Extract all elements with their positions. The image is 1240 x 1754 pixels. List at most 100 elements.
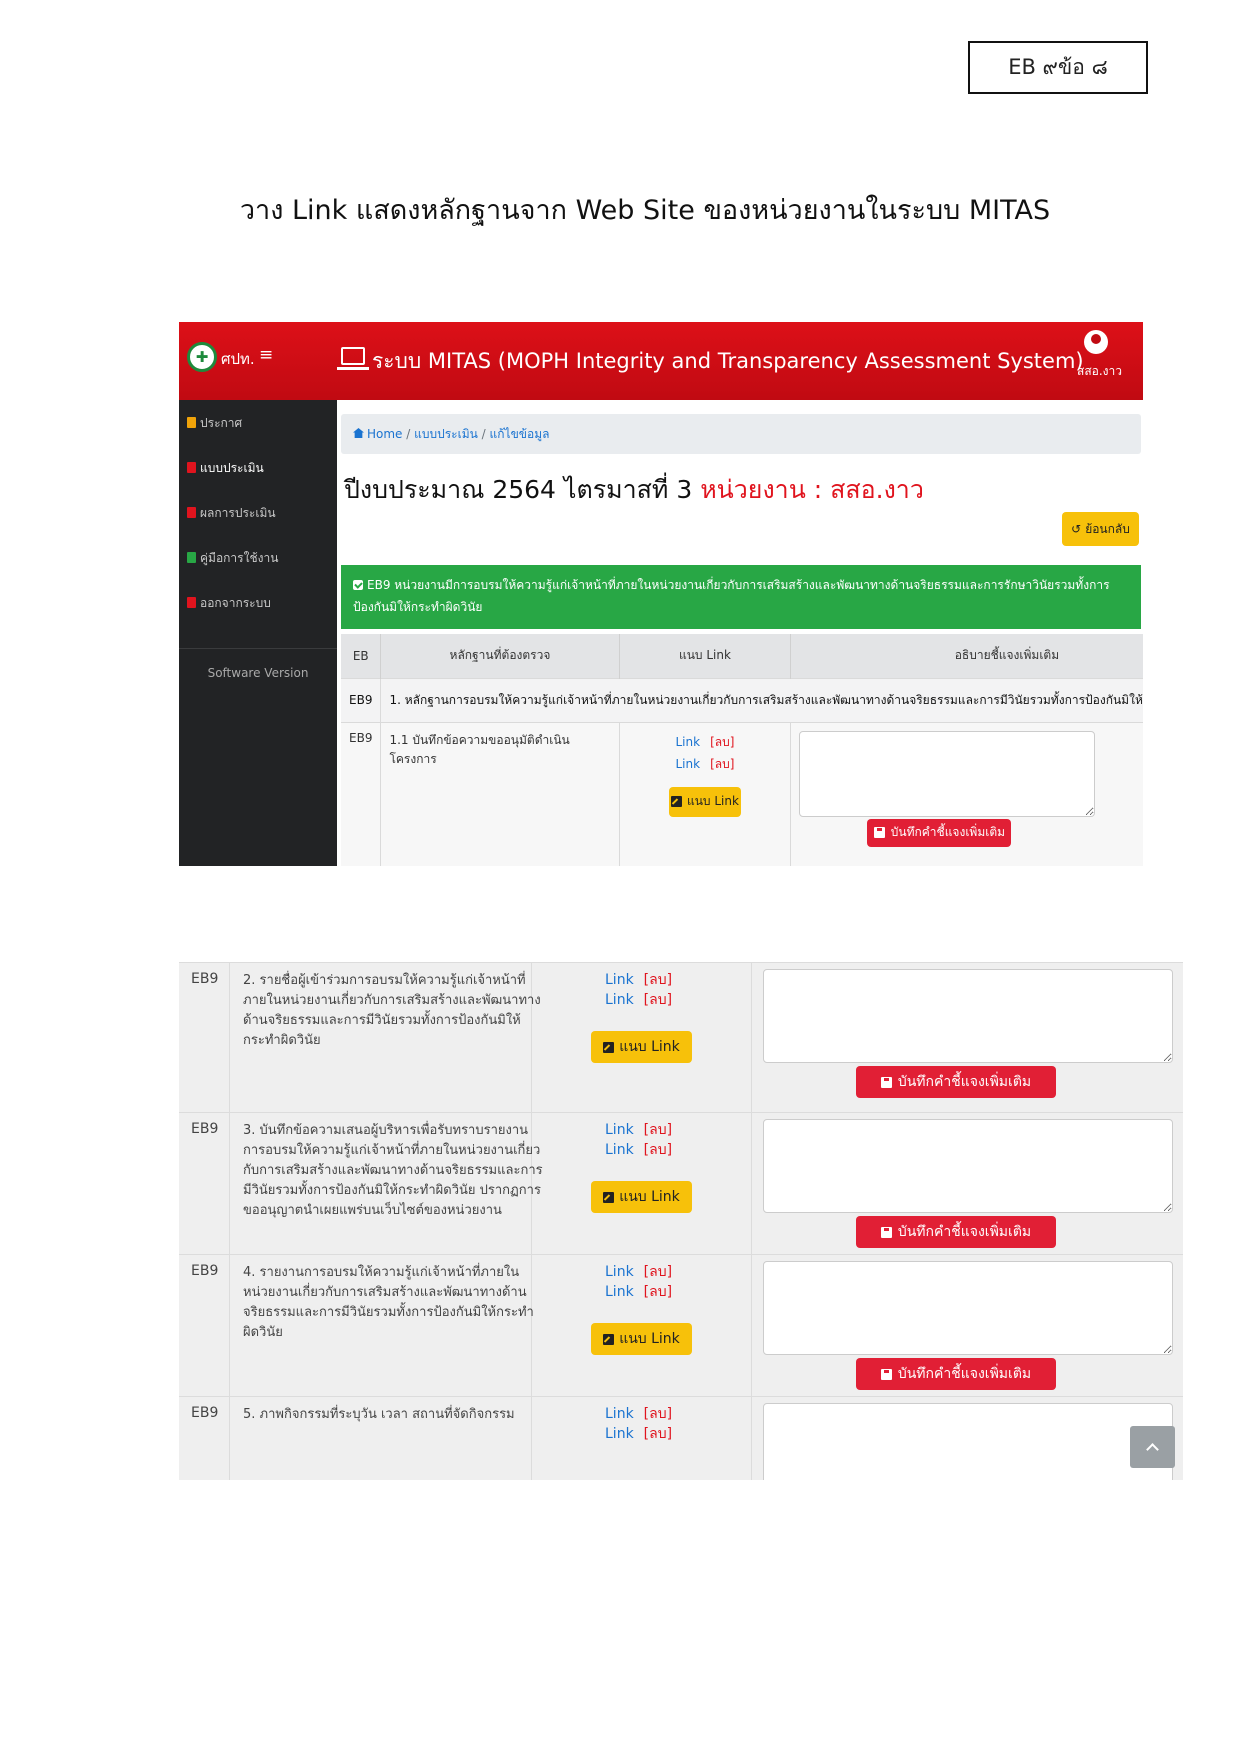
delete-link[interactable]: [ลบ] [710,735,734,749]
explanation-textarea[interactable] [763,1403,1173,1480]
attach-link-label: แนบ Link [619,1331,680,1347]
book-icon [187,552,196,563]
row-evidence: 1.1 บันทึกข้อความขออนุมัติดำเนินโครงการ [380,721,620,866]
column-divider [229,963,230,1112]
link-text[interactable]: Link [676,735,701,749]
username[interactable]: สสอ.งาว [1077,362,1122,381]
link-text[interactable]: Link [605,1426,634,1442]
save-explanation-label: บันทึกคำชี้แจงเพิ่มเติม [890,825,1006,839]
row-evidence: 4. รายงานการอบรมให้ความรู้แก่เจ้าหน้าที่… [243,1265,534,1340]
table-row: EB9 2. รายชื่อผู้เข้าร่วมการอบรมให้ความร… [179,962,1183,1112]
row-eb: EB9 [191,1121,219,1137]
scroll-to-top-button[interactable] [1130,1426,1175,1468]
link-text[interactable]: Link [605,1284,634,1300]
sidebar-item-label: แบบประเมิน [200,461,264,475]
edit-icon [603,1041,615,1053]
delete-link[interactable]: [ลบ] [644,1284,672,1300]
sidebar-item-results[interactable]: ผลการประเมิน [187,504,276,523]
link-item[interactable]: Link [ลบ] [605,1404,725,1424]
delete-link[interactable]: [ลบ] [644,1264,672,1280]
delete-link[interactable]: [ลบ] [644,972,672,988]
link-item[interactable]: Link [ลบ] [605,970,725,990]
row-evidence: 3. บันทึกข้อความเสนอผู้บริหารเพื่อรับทรา… [243,1123,543,1218]
attach-link-label: แนบ Link [619,1039,680,1055]
link-text[interactable]: Link [605,1142,634,1158]
link-text[interactable]: Link [676,757,701,771]
row-evidence: 5. ภาพกิจกรรมที่ระบุวัน เวลา สถานที่จัดก… [243,1407,515,1422]
evidence-table: EB หลักฐานที่ต้องตรวจ แนบ Link อธิบายชี้… [341,634,1143,866]
user-icon[interactable] [1084,330,1108,354]
link-item[interactable]: Link [ลบ] [605,1262,725,1282]
sidebar-item-announcement[interactable]: ประกาศ [187,414,242,433]
link-item[interactable]: Link [ลบ] [605,1120,725,1140]
delete-link[interactable]: [ลบ] [644,1406,672,1422]
eb9-alert: EB9 หน่วยงานมีการอบรมให้ความรู้แก่เจ้าหน… [341,565,1141,629]
attach-link-button[interactable]: แนบ Link [591,1181,692,1213]
attach-link-button[interactable]: แนบ Link [591,1031,692,1063]
edit-icon [603,1191,615,1203]
explanation-textarea[interactable] [763,1261,1173,1355]
save-icon [880,1076,892,1088]
delete-link[interactable]: [ลบ] [644,1122,672,1138]
explanation-textarea[interactable] [763,969,1173,1063]
link-text[interactable]: Link [605,1406,634,1422]
link-text[interactable]: Link [605,1122,634,1138]
laptop-icon [337,347,369,370]
save-explanation-button[interactable]: บันทึกคำชี้แจงเพิ่มเติม [856,1216,1056,1248]
breadcrumb-home[interactable]: Home [353,427,402,441]
explanation-textarea[interactable] [799,730,1096,817]
link-text[interactable]: Link [605,992,634,1008]
link-text[interactable]: Link [605,1264,634,1280]
link-item[interactable]: Link [ลบ] [605,990,725,1010]
sidebar-item-assessment[interactable]: แบบประเมิน [187,459,264,478]
row-eb: EB9 [191,971,219,987]
link-item[interactable]: Link [ลบ] [605,1282,725,1302]
explanation-textarea[interactable] [763,1119,1173,1213]
edit-icon [670,796,682,807]
save-explanation-label: บันทึกคำชี้แจงเพิ่มเติม [897,1224,1032,1240]
row-eb: EB9 [191,1263,219,1279]
home-icon [353,428,364,438]
link-item[interactable]: Link [ลบ] [605,1140,725,1160]
link-item[interactable]: Link [ลบ] [628,731,783,753]
col-header-eb: EB [341,634,382,678]
breadcrumb-edit[interactable]: แก้ไขข้อมูล [490,427,550,441]
link-item[interactable]: Link [ลบ] [628,753,783,775]
column-divider [229,1397,230,1480]
breadcrumb: Home / แบบประเมิน / แก้ไขข้อมูล [341,414,1141,454]
delete-link[interactable]: [ลบ] [644,1426,672,1442]
edit-icon [603,1333,615,1345]
save-icon [880,1368,892,1380]
heading-period: ปีงบประมาณ 2564 ไตรมาสที่ 3 [344,475,693,504]
back-button[interactable]: ↺ ย้อนกลับ [1062,512,1139,546]
checkbox-icon [353,580,363,590]
sidebar-item-label: ประกาศ [200,416,243,430]
menu-toggle-icon[interactable]: ≡ [259,345,273,365]
save-explanation-button[interactable]: บันทึกคำชี้แจงเพิ่มเติม [867,818,1012,847]
save-explanation-button[interactable]: บันทึกคำชี้แจงเพิ่มเติม [856,1358,1056,1390]
column-divider [751,1397,752,1480]
save-explanation-button[interactable]: บันทึกคำชี้แจงเพิ่มเติม [856,1066,1056,1098]
delete-link[interactable]: [ลบ] [644,1142,672,1158]
table-row: EB9 5. ภาพกิจกรรมที่ระบุวัน เวลา สถานที่… [179,1396,1183,1480]
megaphone-icon [187,417,196,428]
attach-link-button[interactable]: แนบ Link [591,1323,692,1355]
delete-link[interactable]: [ลบ] [644,992,672,1008]
col-header-link: แนบ Link [619,634,792,678]
link-item[interactable]: Link [ลบ] [605,1424,725,1444]
eb9-alert-text: EB9 หน่วยงานมีการอบรมให้ความรู้แก่เจ้าหน… [353,578,1110,614]
save-icon [880,1226,892,1238]
row-eb: EB9 [341,721,382,866]
save-explanation-label: บันทึกคำชี้แจงเพิ่มเติม [897,1074,1032,1090]
links-cell: Link [ลบ] Link [ลบ] [605,1404,725,1444]
attach-link-label: แนบ Link [619,1189,680,1205]
delete-link[interactable]: [ลบ] [710,757,734,771]
heading-unit: หน่วยงาน : สสอ.งาว [700,475,924,504]
sidebar-item-logout[interactable]: ออกจากระบบ [187,594,271,613]
breadcrumb-assessment[interactable]: แบบประเมิน [414,427,478,441]
sidebar-item-manual[interactable]: คู่มือการใช้งาน [187,549,278,568]
column-divider [751,963,752,1112]
attach-link-button[interactable]: แนบ Link [668,786,741,817]
link-text[interactable]: Link [605,972,634,988]
page-heading: ปีงบประมาณ 2564 ไตรมาสที่ 3 หน่วยงาน : ส… [344,470,924,510]
